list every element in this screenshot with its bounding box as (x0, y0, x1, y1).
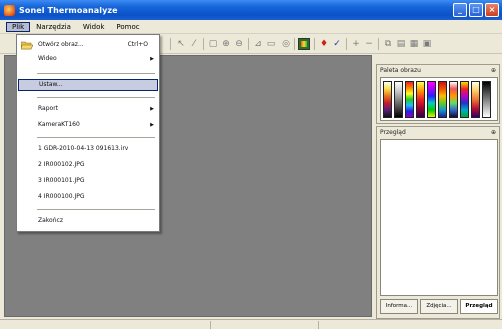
menu-help[interactable]: Pomoc (110, 22, 145, 32)
file-menu-dropdown: Otwórz obraz... Ctrl+O Wideo ▶ Ustaw... … (16, 34, 160, 232)
palette-swatch[interactable] (383, 81, 392, 118)
toolbar-separator (248, 38, 249, 50)
menu-item-settings[interactable]: Ustaw... (18, 79, 158, 91)
paste-icon[interactable]: ▤ (395, 38, 407, 50)
menu-item-shortcut: Ctrl+O (127, 41, 148, 48)
menu-separator (37, 97, 155, 98)
maximize-button[interactable]: □ (469, 3, 483, 17)
menu-item-recent-file[interactable]: 2 IR000102.JPG (18, 159, 158, 171)
palette-icon[interactable] (298, 38, 310, 50)
palette-list (380, 77, 498, 121)
palette-swatch[interactable] (427, 81, 436, 118)
open-folder-icon (20, 40, 34, 50)
plus-icon[interactable]: + (350, 38, 362, 50)
palette-swatch[interactable] (416, 81, 425, 118)
menu-item-camera[interactable]: KameraKT160 ▶ (18, 119, 158, 131)
menu-item-open-image[interactable]: Otwórz obraz... Ctrl+O (18, 39, 158, 51)
spot-icon[interactable]: ✓ (331, 38, 343, 50)
menu-separator (37, 209, 155, 210)
preview-panel: Przegląd ⊕ Informa... Zdjęcia... Przeglą… (376, 126, 500, 319)
menu-view[interactable]: Widok (77, 22, 111, 32)
submenu-arrow-icon: ▶ (150, 122, 154, 128)
select-icon[interactable]: ▢ (207, 38, 219, 50)
minus-icon[interactable]: − (363, 38, 375, 50)
status-divider (318, 321, 319, 329)
zoom-out-icon[interactable]: ⊖ (233, 38, 245, 50)
toolbar-separator (294, 38, 295, 50)
graph-icon[interactable]: ⊿ (252, 38, 264, 50)
toolbar-separator (346, 38, 347, 50)
tab-information[interactable]: Informa... (380, 299, 418, 314)
menu-separator (37, 137, 155, 138)
panel-tabs: Informa... Zdjęcia... Przegląd (380, 299, 498, 314)
menu-separator (37, 73, 155, 74)
toolbar-separator (314, 38, 315, 50)
menu-tools[interactable]: Narzędzia (30, 22, 77, 32)
toolbar-separator (203, 38, 204, 50)
palette-swatch[interactable] (405, 81, 414, 118)
title-bar[interactable]: Sonel Thermoanalyze _ □ × (0, 0, 502, 20)
palette-panel-title: Paleta obrazu ⊕ (377, 65, 499, 76)
menu-item-label: Raport (38, 105, 59, 112)
palette-swatch[interactable] (471, 81, 480, 118)
preview-panel-title: Przegląd ⊕ (377, 127, 499, 138)
palette-swatch[interactable] (482, 81, 491, 118)
copy-icon[interactable]: ⧉ (382, 38, 394, 50)
menu-item-label: Zakończ (38, 217, 63, 224)
close-button[interactable]: × (485, 3, 499, 17)
pin-icon[interactable]: ⊕ (491, 65, 496, 76)
tab-images[interactable]: Zdjęcia... (420, 299, 458, 314)
submenu-arrow-icon: ▶ (150, 56, 154, 62)
window-title: Sonel Thermoanalyze (19, 5, 118, 15)
marker-icon[interactable]: ♦ (318, 38, 330, 50)
menu-item-report[interactable]: Raport ▶ (18, 103, 158, 115)
submenu-arrow-icon: ▶ (150, 106, 154, 112)
menu-item-label: 2 IR000102.JPG (38, 161, 85, 168)
menu-item-recent-file[interactable]: 3 IR000101.JPG (18, 175, 158, 187)
menu-item-exit[interactable]: Zakończ (18, 215, 158, 227)
preview-panel-title-text: Przegląd (380, 129, 406, 136)
target-icon[interactable]: ◎ (280, 38, 292, 50)
menu-item-recent-file[interactable]: 4 IR000100.JPG (18, 191, 158, 203)
zoom-in-icon[interactable]: ⊕ (220, 38, 232, 50)
menu-item-label: Ustaw... (39, 81, 63, 88)
pin-icon[interactable]: ⊕ (491, 127, 496, 138)
chart-icon[interactable]: ▭ (265, 38, 277, 50)
menu-item-label: Wideo (38, 55, 57, 62)
menu-item-label: KameraKT160 (38, 121, 80, 128)
status-divider (210, 321, 211, 329)
menu-item-label: 1 GDR-2010-04-13 091613.irv (38, 145, 129, 152)
preview-area[interactable] (380, 139, 498, 296)
menu-item-video[interactable]: Wideo ▶ (18, 53, 158, 65)
status-bar (0, 319, 502, 329)
menu-item-label: 3 IR000101.JPG (38, 177, 85, 184)
menu-item-label: Otwórz obraz... (38, 41, 84, 48)
palette-panel: Paleta obrazu ⊕ (376, 64, 500, 124)
line-icon[interactable]: ⁄ (188, 38, 200, 50)
application-window: Sonel Thermoanalyze _ □ × Plik Narzędzia… (0, 0, 502, 329)
minimize-button[interactable]: _ (453, 3, 467, 17)
window-controls: _ □ × (453, 3, 499, 17)
app-logo-icon (4, 4, 15, 16)
tab-preview[interactable]: Przegląd (460, 299, 498, 314)
cursor-icon[interactable]: ↖ (175, 38, 187, 50)
palette-swatch[interactable] (394, 81, 403, 118)
palette-swatch[interactable] (460, 81, 469, 118)
menu-item-label: 4 IR000100.JPG (38, 193, 85, 200)
toolbar-separator (378, 38, 379, 50)
save-icon[interactable]: ▣ (421, 38, 433, 50)
menu-bar: Plik Narzędzia Widok Pomoc (0, 20, 502, 34)
menu-file[interactable]: Plik (6, 21, 31, 32)
palette-panel-title-text: Paleta obrazu (380, 67, 421, 74)
menu-item-recent-file[interactable]: 1 GDR-2010-04-13 091613.irv (18, 143, 158, 155)
toolbar-separator (170, 38, 171, 50)
print-icon[interactable]: ▦ (408, 38, 420, 50)
palette-swatch[interactable] (449, 81, 458, 118)
palette-swatch[interactable] (438, 81, 447, 118)
